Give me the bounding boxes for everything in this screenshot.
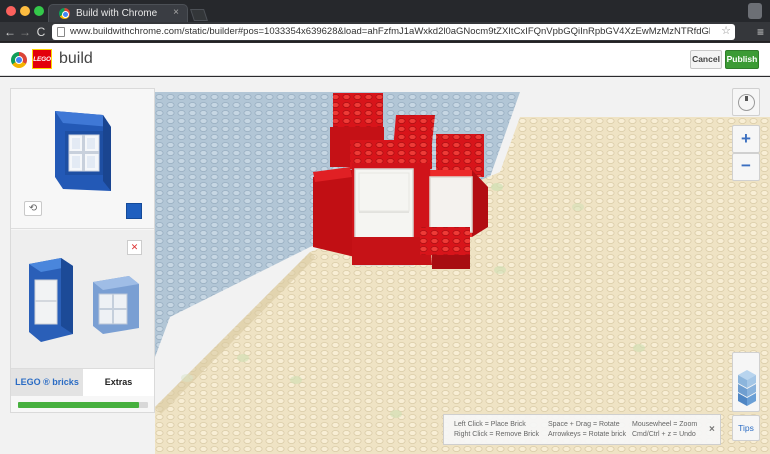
brick-usage-fill <box>18 402 139 408</box>
compass-control[interactable] <box>732 88 760 116</box>
url-text: www.buildwithchrome.com/static/builder#p… <box>70 26 710 37</box>
window-brick-preview-icon <box>55 111 111 191</box>
help-column-zoom: Mousewheel = Zoom Cmd/Ctrl + z = Undo <box>632 420 697 440</box>
zoom-out-button[interactable]: − <box>732 153 760 181</box>
help-close-icon[interactable]: × <box>709 424 715 435</box>
new-tab-button[interactable] <box>190 9 208 21</box>
close-window-button[interactable] <box>6 6 16 16</box>
tab-title: Build with Chrome <box>76 8 158 19</box>
back-button[interactable]: ← <box>3 23 17 41</box>
help-text: Right Click = Remove Brick <box>454 431 539 438</box>
controls-help-bar: Left Click = Place Brick Right Click = R… <box>443 414 721 445</box>
brick-panel: ⟲ ✕ LEGO ® bricks Extras <box>10 88 155 413</box>
brick-usage-bar <box>18 402 148 408</box>
color-picker-swatch[interactable] <box>126 203 142 219</box>
user-profile-icon[interactable] <box>748 3 762 19</box>
tab-lego-bricks[interactable]: LEGO ® bricks <box>11 369 83 396</box>
help-text: Arrowkeys = Rotate brick <box>548 431 626 438</box>
chrome-favicon-icon <box>59 8 70 19</box>
reload-button[interactable]: C <box>34 23 48 41</box>
rotate-brick-button[interactable]: ⟲ <box>24 201 42 216</box>
zoom-in-button[interactable]: + <box>732 125 760 153</box>
tab-extras[interactable]: Extras <box>83 369 154 396</box>
browser-window: Build with Chrome × ← → C www.buildwithc… <box>0 0 770 454</box>
door-brick-option[interactable] <box>29 258 73 342</box>
zoom-window-button[interactable] <box>34 6 44 16</box>
delete-brick-icon[interactable]: ✕ <box>127 240 142 255</box>
brick-preview: ⟲ <box>11 89 154 229</box>
forward-button[interactable]: → <box>18 23 32 41</box>
brick-palette: ✕ <box>11 230 154 368</box>
browser-toolbar: ← → C www.buildwithchrome.com/static/bui… <box>0 22 770 42</box>
layers-icon <box>738 370 756 406</box>
page-icon <box>57 27 65 37</box>
brick-category-tabs: LEGO ® bricks Extras <box>11 368 154 396</box>
help-text: Left Click = Place Brick <box>454 421 526 428</box>
lego-logo: LEGO <box>32 49 52 69</box>
bookmark-star-icon[interactable]: ☆ <box>721 24 731 37</box>
layers-control[interactable] <box>732 352 760 412</box>
tab-close-icon[interactable]: × <box>173 7 179 18</box>
help-column-rotate: Space + Drag = Rotate Arrowkeys = Rotate… <box>548 420 626 440</box>
help-text: Mousewheel = Zoom <box>632 421 698 428</box>
publish-button[interactable]: Publish <box>725 50 759 69</box>
app-header: LEGO build Cancel Publish <box>0 43 770 76</box>
chrome-menu-icon[interactable]: ≡ <box>757 25 764 39</box>
page-title: build <box>59 50 93 67</box>
help-text: Cmd/Ctrl + z = Undo <box>632 431 696 438</box>
lego-logo-text: LEGO <box>33 55 51 63</box>
address-bar[interactable]: www.buildwithchrome.com/static/builder#p… <box>52 24 735 40</box>
rotate-icon: ⟲ <box>28 203 38 214</box>
help-column-mouse: Left Click = Place Brick Right Click = R… <box>454 420 539 440</box>
browser-tab[interactable]: Build with Chrome × <box>48 4 188 22</box>
window-brick-option[interactable] <box>93 276 139 334</box>
cancel-button[interactable]: Cancel <box>690 50 722 69</box>
tips-button[interactable]: Tips <box>732 415 760 441</box>
chrome-logo-icon <box>11 52 27 68</box>
help-text: Space + Drag = Rotate <box>548 421 620 428</box>
compass-icon <box>738 94 755 111</box>
minimize-window-button[interactable] <box>20 6 30 16</box>
title-bar: Build with Chrome × <box>0 0 770 22</box>
